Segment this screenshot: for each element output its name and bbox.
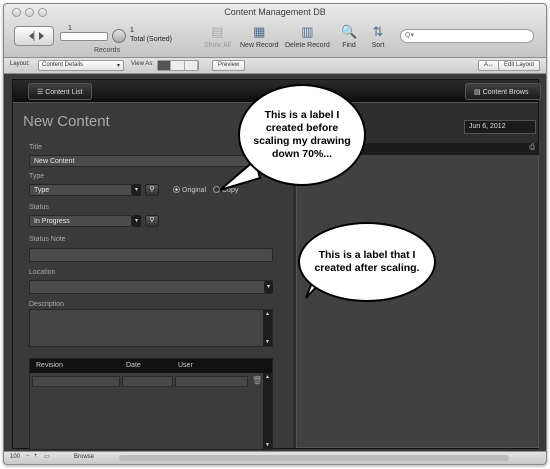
status-note-field[interactable] xyxy=(29,248,273,262)
content-list-label: Content List xyxy=(45,89,83,96)
description-field[interactable]: ▲ ▼ xyxy=(29,309,273,347)
type-lookup-button[interactable]: ⚲ xyxy=(145,184,159,196)
description-scrollbar[interactable]: ▲ ▼ xyxy=(263,310,272,346)
mode-label: Browse xyxy=(74,454,95,460)
portal-scrollbar[interactable]: ▲ ▼ xyxy=(263,373,272,449)
radio-selected-icon xyxy=(173,186,180,193)
magnifier-icon: ⚲ xyxy=(149,217,155,224)
layout-select[interactable]: Content Details ▾ xyxy=(38,60,124,71)
content-browse-label: Content Brows xyxy=(482,89,529,96)
scroll-up-icon[interactable]: ▲ xyxy=(263,310,272,318)
portal-header-revision: Revision xyxy=(36,362,63,369)
type-label: Type xyxy=(29,173,45,180)
list-view-icon[interactable] xyxy=(171,61,185,70)
show-all-button[interactable]: ▤ Show All xyxy=(204,24,231,49)
show-all-label: Show All xyxy=(204,42,231,49)
edit-layout-button[interactable]: Edit Layout xyxy=(498,60,541,71)
trash-icon[interactable]: 🗑 xyxy=(252,376,262,385)
sort-label: Sort xyxy=(371,42,385,49)
new-record-label: New Record xyxy=(240,42,279,49)
revision-portal: Revision Date User 🗑 ▲ ▼ xyxy=(29,358,273,450)
table-icon: ▤ xyxy=(474,89,483,96)
location-label: Location xyxy=(29,269,56,276)
revision-cell[interactable] xyxy=(32,376,120,387)
window-title: Content Management DB xyxy=(224,7,326,17)
sort-icon: ⇅ xyxy=(372,24,384,39)
portal-header: Revision Date User xyxy=(30,359,272,373)
zoom-out-icon[interactable]: − xyxy=(26,453,30,459)
location-dropdown-arrow-icon[interactable]: ▾ xyxy=(264,281,273,293)
layout-label: Layout: xyxy=(10,61,30,67)
record-nav-book[interactable] xyxy=(14,26,54,46)
book-arrows-icon xyxy=(29,31,44,41)
title-toolbar: Content Management DB 1 1 Total (Sorted)… xyxy=(4,4,546,58)
date-cell[interactable] xyxy=(122,376,173,387)
magnifier-icon: 🔍 xyxy=(341,24,358,39)
app-window: Content Management DB 1 1 Total (Sorted)… xyxy=(3,3,547,465)
table-row: 🗑 xyxy=(32,376,264,387)
status-bar: 100 − + ▭ Browse xyxy=(4,451,546,464)
location-field[interactable] xyxy=(29,280,273,294)
view-as-segmented[interactable] xyxy=(157,60,199,71)
new-record-button[interactable]: ▦ New Record xyxy=(240,24,279,49)
record-count: 1 Total (Sorted) xyxy=(130,26,172,44)
preview-button[interactable]: Preview xyxy=(212,60,246,71)
status-dropdown-arrow-icon[interactable]: ▾ xyxy=(132,215,141,227)
find-label: Find xyxy=(342,42,356,49)
show-all-icon: ▤ xyxy=(211,24,224,39)
user-cell[interactable] xyxy=(175,376,248,387)
description-label: Description xyxy=(29,301,65,308)
record-slider-value: 1 xyxy=(68,25,72,32)
view-as-label: View As: xyxy=(131,61,154,67)
scroll-up-icon[interactable]: ▲ xyxy=(263,373,272,381)
status-lookup-button[interactable]: ⚲ xyxy=(145,215,159,227)
title-label: Title xyxy=(29,144,42,151)
delete-record-label: Delete Record xyxy=(285,42,330,49)
search-input[interactable]: Q▾ xyxy=(400,29,534,43)
scroll-down-icon[interactable]: ▼ xyxy=(263,338,272,346)
sort-button[interactable]: ⇅ Sort xyxy=(370,24,386,49)
find-button[interactable]: 🔍 Find xyxy=(341,24,357,49)
record-slider[interactable] xyxy=(60,32,108,41)
horizontal-scrollbar[interactable] xyxy=(119,455,509,461)
delete-record-button[interactable]: ▥ Delete Record xyxy=(285,24,330,49)
delete-record-icon: ▥ xyxy=(301,24,314,39)
status-note-label: Status Note xyxy=(29,236,66,243)
scroll-down-icon[interactable]: ▼ xyxy=(263,441,272,449)
portal-header-date: Date xyxy=(126,362,141,369)
magnifier-icon: ⚲ xyxy=(149,186,155,193)
list-icon: ☰ xyxy=(37,89,46,96)
record-count-number: 1 xyxy=(130,27,134,34)
layout-bar: Layout: Content Details ▾ View As: Previ… xyxy=(4,58,546,74)
page-title: New Content xyxy=(23,113,110,130)
type-field[interactable]: Type xyxy=(29,184,132,196)
new-record-icon: ▦ xyxy=(253,24,266,39)
status-field[interactable]: In Progress xyxy=(29,215,132,227)
zoom-in-icon[interactable]: + xyxy=(34,453,38,459)
callout-first-text: This is a label I created before scaling… xyxy=(253,109,351,160)
form-view-icon[interactable] xyxy=(158,61,172,70)
zoom-level[interactable]: 100 xyxy=(10,454,20,460)
callout-first: This is a label I created before scaling… xyxy=(238,84,366,186)
callout-second: This is a label that I created after sca… xyxy=(298,222,436,302)
text-format-button[interactable]: A↔ xyxy=(478,60,501,71)
records-label: Records xyxy=(94,47,121,54)
portal-header-user: User xyxy=(178,362,193,369)
toggle-toolbar-icon[interactable]: ▭ xyxy=(44,453,50,460)
record-count-status: Total (Sorted) xyxy=(130,36,173,43)
callout-second-text: This is a label that I created after sca… xyxy=(314,249,420,274)
print-icon[interactable]: ⎙ xyxy=(529,144,535,152)
type-dropdown-arrow-icon[interactable]: ▾ xyxy=(132,184,141,196)
chevron-down-icon: ▾ xyxy=(116,63,120,69)
content-list-button[interactable]: ☰ Content List xyxy=(28,83,92,100)
date-field[interactable]: Jun 6, 2012 xyxy=(464,120,536,134)
layout-select-value: Content Details xyxy=(42,62,84,68)
content-browse-button[interactable]: ▤ Content Brows xyxy=(465,83,541,100)
table-view-icon[interactable] xyxy=(185,61,198,70)
status-label: Status xyxy=(29,204,49,211)
record-pie-icon xyxy=(112,29,126,43)
